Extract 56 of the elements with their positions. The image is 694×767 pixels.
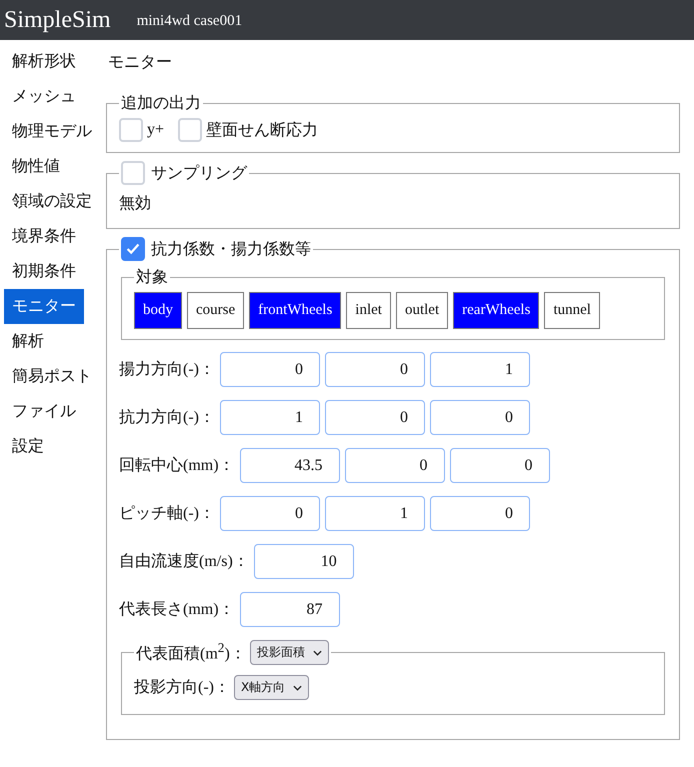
field-label: ピッチ軸(-)： <box>119 504 215 524</box>
field-label: 回転中心(mm)： <box>119 456 235 476</box>
input-field[interactable]: 87 <box>240 592 340 627</box>
legend-text: 対象 <box>136 269 168 286</box>
checkbox-label: 抗力係数・揚力係数等 <box>151 240 311 260</box>
checkbox-label: y+ <box>147 121 164 139</box>
input-field[interactable]: 1 <box>324 496 425 531</box>
input-field[interactable]: 0 <box>324 400 425 435</box>
sidebar-item[interactable]: 初期条件 <box>4 254 84 289</box>
sidebar-item[interactable]: 境界条件 <box>4 219 84 254</box>
legend-text: 追加の出力 <box>121 95 201 112</box>
target-toggle[interactable]: course <box>187 292 244 329</box>
checkbox-label: サンプリング <box>151 164 247 184</box>
input-field[interactable]: 0 <box>430 496 530 531</box>
target-toggle[interactable]: inlet <box>346 292 391 329</box>
sidebar-item[interactable]: 領域の設定 <box>4 184 100 219</box>
input-field[interactable]: 0 <box>324 352 425 387</box>
input-field[interactable]: 10 <box>254 544 354 579</box>
input-field[interactable]: 0 <box>450 448 550 483</box>
target-toggle[interactable]: outlet <box>396 292 448 329</box>
input-field[interactable]: 43.5 <box>240 448 340 483</box>
input-field[interactable]: 1 <box>220 400 320 435</box>
caret-icon <box>312 650 322 656</box>
input-field[interactable]: 1 <box>430 352 530 387</box>
status-text: 無効 <box>119 194 152 214</box>
app-title: SimpleSim <box>4 6 111 34</box>
target-toggle[interactable]: body <box>134 292 182 329</box>
input-field[interactable]: 0 <box>220 496 320 531</box>
sidebar-item[interactable]: 解析 <box>4 324 84 359</box>
caret-icon <box>293 684 302 690</box>
sidebar-item[interactable]: 設定 <box>4 429 84 464</box>
target-toggle[interactable]: rearWheels <box>453 292 540 329</box>
sidebar-item[interactable]: 物理モデル <box>4 114 100 149</box>
sidebar-item[interactable]: 解析形状 <box>4 44 84 79</box>
input-field[interactable]: 0 <box>344 448 445 483</box>
sidebar-item[interactable]: モニター <box>4 289 84 324</box>
input-field[interactable]: 0 <box>220 352 320 387</box>
field-label: 投影方向(-)： <box>134 678 230 698</box>
sidebar-item[interactable]: 物性値 <box>4 149 84 184</box>
checkbox[interactable] <box>121 237 145 261</box>
sidebar-item[interactable]: ファイル <box>4 394 84 429</box>
field-label: 揚力方向(-)： <box>119 360 215 380</box>
checkbox-label: 壁面せん断応力 <box>206 120 318 140</box>
sidebar-item[interactable]: メッシュ <box>4 79 84 114</box>
dropdown[interactable]: X軸方向 <box>234 675 310 700</box>
target-toggle[interactable]: tunnel <box>544 292 600 329</box>
target-toggle[interactable]: frontWheels <box>249 292 342 329</box>
field-label: 代表面積(m$^{2}$)： <box>136 640 246 665</box>
input-field[interactable]: 0 <box>430 400 530 435</box>
dropdown[interactable]: 投影面積 <box>250 640 329 665</box>
field-label: 代表長さ(mm)： <box>119 600 235 620</box>
page-title: モニター <box>108 53 173 73</box>
sidebar-item[interactable]: 簡易ポスト <box>4 359 100 394</box>
field-label: 抗力方向(-)： <box>119 408 215 428</box>
field-label: 自由流速度(m/s)： <box>119 552 249 572</box>
case-name: mini4wd case001 <box>136 12 242 30</box>
